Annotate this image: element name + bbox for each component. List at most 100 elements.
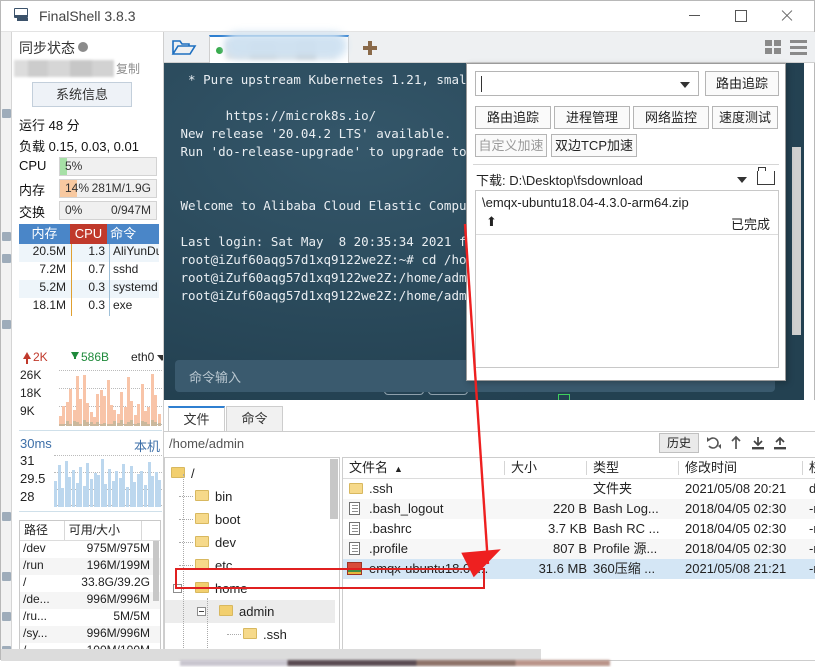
btn-network-monitor[interactable]: 网络监控 <box>633 106 709 129</box>
tree-collapse-toggle[interactable] <box>173 584 182 593</box>
disk-row[interactable]: /dev 975M/975M <box>20 541 160 558</box>
file-list[interactable]: 文件名▲大小类型修改时间权 .ssh 文件夹 2021/05/08 20:21 dr.… <box>342 457 815 661</box>
upload-arrow-icon <box>23 352 31 364</box>
column-divider <box>504 461 505 475</box>
download-list-item[interactable]: \emqx-ubuntu18.04-4.3.0-arm64.zip ⬆ 已完成 <box>476 191 778 235</box>
open-folder-icon[interactable] <box>170 37 198 58</box>
tree-node-label: boot <box>215 512 241 527</box>
tree-node[interactable]: dev <box>195 531 236 554</box>
disk-path: / <box>23 575 27 589</box>
chevron-down-icon[interactable] <box>737 177 747 183</box>
rail-icon[interactable] <box>2 109 11 118</box>
tab-commands[interactable]: 命令 <box>226 406 283 432</box>
rail-icon[interactable] <box>2 512 11 521</box>
column-header[interactable]: 文件名 ▲ <box>349 458 509 478</box>
route-trace-button[interactable]: 路由追踪 <box>705 71 779 96</box>
maximize-button[interactable] <box>718 1 764 31</box>
zip-icon <box>347 562 362 575</box>
process-row[interactable]: 20.5M 1.3 AliYunDu <box>19 244 159 262</box>
rail-icon[interactable] <box>2 572 11 581</box>
file-name: emqx-ubuntu18.04... <box>369 561 489 576</box>
rail-icon[interactable] <box>2 320 11 329</box>
file-row[interactable]: emqx-ubuntu18.04... 31.6 MB 360压缩 ... 2021/… <box>343 559 815 579</box>
terminal-scrollbar[interactable] <box>792 147 801 335</box>
rail-icon[interactable] <box>2 232 11 241</box>
disk-usage-table[interactable]: 路径 可用/大小 /dev 975M/975M/run 196M/199M / 33.8… <box>19 520 161 650</box>
col-header-cpu[interactable]: CPU <box>69 224 108 244</box>
network-tools-dialog[interactable]: 路由追踪 路由追踪 进程管理 网络监控 速度测试 自定义加速 双边TCP加速 下… <box>466 63 786 381</box>
disk-path: /de... <box>23 592 50 606</box>
tree-node[interactable]: .ssh <box>243 623 287 646</box>
new-tab-plus-icon[interactable] <box>360 38 380 58</box>
process-row[interactable]: 7.2M 0.7 sshd <box>19 262 159 280</box>
process-memory: 18.1M <box>32 298 66 312</box>
network-interface[interactable]: eth0 <box>131 350 154 364</box>
chevron-down-icon[interactable] <box>680 82 690 88</box>
process-row[interactable]: 5.2M 0.3 systemd <box>19 280 159 298</box>
tree-node[interactable]: etc <box>195 554 232 577</box>
ping-bar <box>158 480 162 507</box>
close-button[interactable] <box>764 1 810 31</box>
disk-row[interactable]: /sy... 996M/996M <box>20 626 160 643</box>
column-header[interactable]: 修改时间 <box>678 458 805 478</box>
tree-node-label: dev <box>215 535 236 550</box>
refresh-icon[interactable] <box>705 434 723 452</box>
directory-tree[interactable]: /binbootdevetchomeadmin.sshlib <box>164 457 340 661</box>
disk-row[interactable]: /de... 996M/996M <box>20 592 160 609</box>
disk-row[interactable]: /run 196M/199M <box>20 558 160 575</box>
copy-button[interactable]: 复制 <box>116 60 140 77</box>
tree-node[interactable]: boot <box>195 508 240 531</box>
col-header-memory[interactable]: 内存 <box>19 224 70 244</box>
process-cpu: 0.3 <box>71 280 109 298</box>
column-header[interactable]: 类型 <box>586 458 679 478</box>
btn-custom-accel[interactable]: 自定义加速 <box>475 134 547 157</box>
file-row[interactable]: .bashrc 3.7 KB Bash RC ... 2018/04/05 02:30… <box>343 519 815 539</box>
disk-path: /run <box>23 558 44 572</box>
disk-row[interactable]: / 33.8G/39.2G <box>20 575 160 592</box>
upload-arrow-icon[interactable] <box>727 434 745 452</box>
column-header[interactable]: 权 <box>802 458 815 478</box>
tree-scrollbar[interactable] <box>330 459 338 519</box>
host-combobox[interactable] <box>475 71 699 96</box>
btn-dual-tcp-accel[interactable]: 双边TCP加速 <box>551 134 637 157</box>
tree-node[interactable]: home <box>195 577 248 600</box>
cpu-label: CPU <box>19 158 47 173</box>
btn-process-manager[interactable]: 进程管理 <box>554 106 630 129</box>
left-icon-rail[interactable] <box>1 32 12 661</box>
process-row[interactable]: 18.1M 0.3 exe <box>19 298 159 316</box>
file-row[interactable]: .profile 807 B Profile 源... 2018/04/05 02:3… <box>343 539 815 559</box>
tree-connector <box>179 565 193 566</box>
col-header-command[interactable]: 命令 <box>107 224 159 244</box>
tree-collapse-toggle[interactable] <box>197 607 206 616</box>
file-row[interactable]: .ssh 文件夹 2021/05/08 20:21 dr <box>343 479 815 499</box>
disk-row[interactable]: /ru... 5M/5M <box>20 609 160 626</box>
ping-bar <box>86 462 90 507</box>
btn-speed-test[interactable]: 速度测试 <box>712 106 778 129</box>
grid-layout-icon[interactable] <box>765 40 782 55</box>
col-header-extra[interactable] <box>141 521 160 540</box>
chevron-down-icon[interactable] <box>157 355 163 361</box>
list-layout-icon[interactable] <box>790 40 807 55</box>
tab-files[interactable]: 文件 <box>168 406 225 432</box>
col-header-path[interactable]: 路径 <box>20 521 64 540</box>
download-list[interactable]: \emqx-ubuntu18.04-4.3.0-arm64.zip ⬆ 已完成 <box>475 190 779 368</box>
column-header[interactable]: 大小 <box>504 458 587 478</box>
load-average-label: 负载 0.15, 0.03, 0.01 <box>19 139 139 154</box>
rail-icon[interactable] <box>2 254 11 263</box>
minimize-button[interactable] <box>672 1 718 31</box>
history-button[interactable]: 历史 <box>659 433 699 453</box>
tree-node[interactable]: bin <box>195 485 232 508</box>
tab-hover-glow <box>224 32 347 59</box>
process-table[interactable]: 内存 CPU 命令 20.5M 1.3 AliYunDu 7.2M 0.7 sshd 5.2… <box>19 224 159 316</box>
open-download-folder-icon[interactable] <box>757 167 775 185</box>
folder-icon <box>195 559 209 570</box>
tree-node[interactable]: admin <box>165 600 335 623</box>
rail-icon[interactable] <box>2 612 11 621</box>
disk-scrollbar[interactable] <box>153 541 159 601</box>
system-info-button[interactable]: 系统信息 <box>32 82 132 107</box>
btn-route-trace[interactable]: 路由追踪 <box>475 106 551 129</box>
upload-icon[interactable] <box>771 434 789 452</box>
file-row[interactable]: .bash_logout 220 B Bash Log... 2018/04/05 0… <box>343 499 815 519</box>
download-icon[interactable] <box>749 434 767 452</box>
col-header-avail-size[interactable]: 可用/大小 <box>63 521 141 540</box>
